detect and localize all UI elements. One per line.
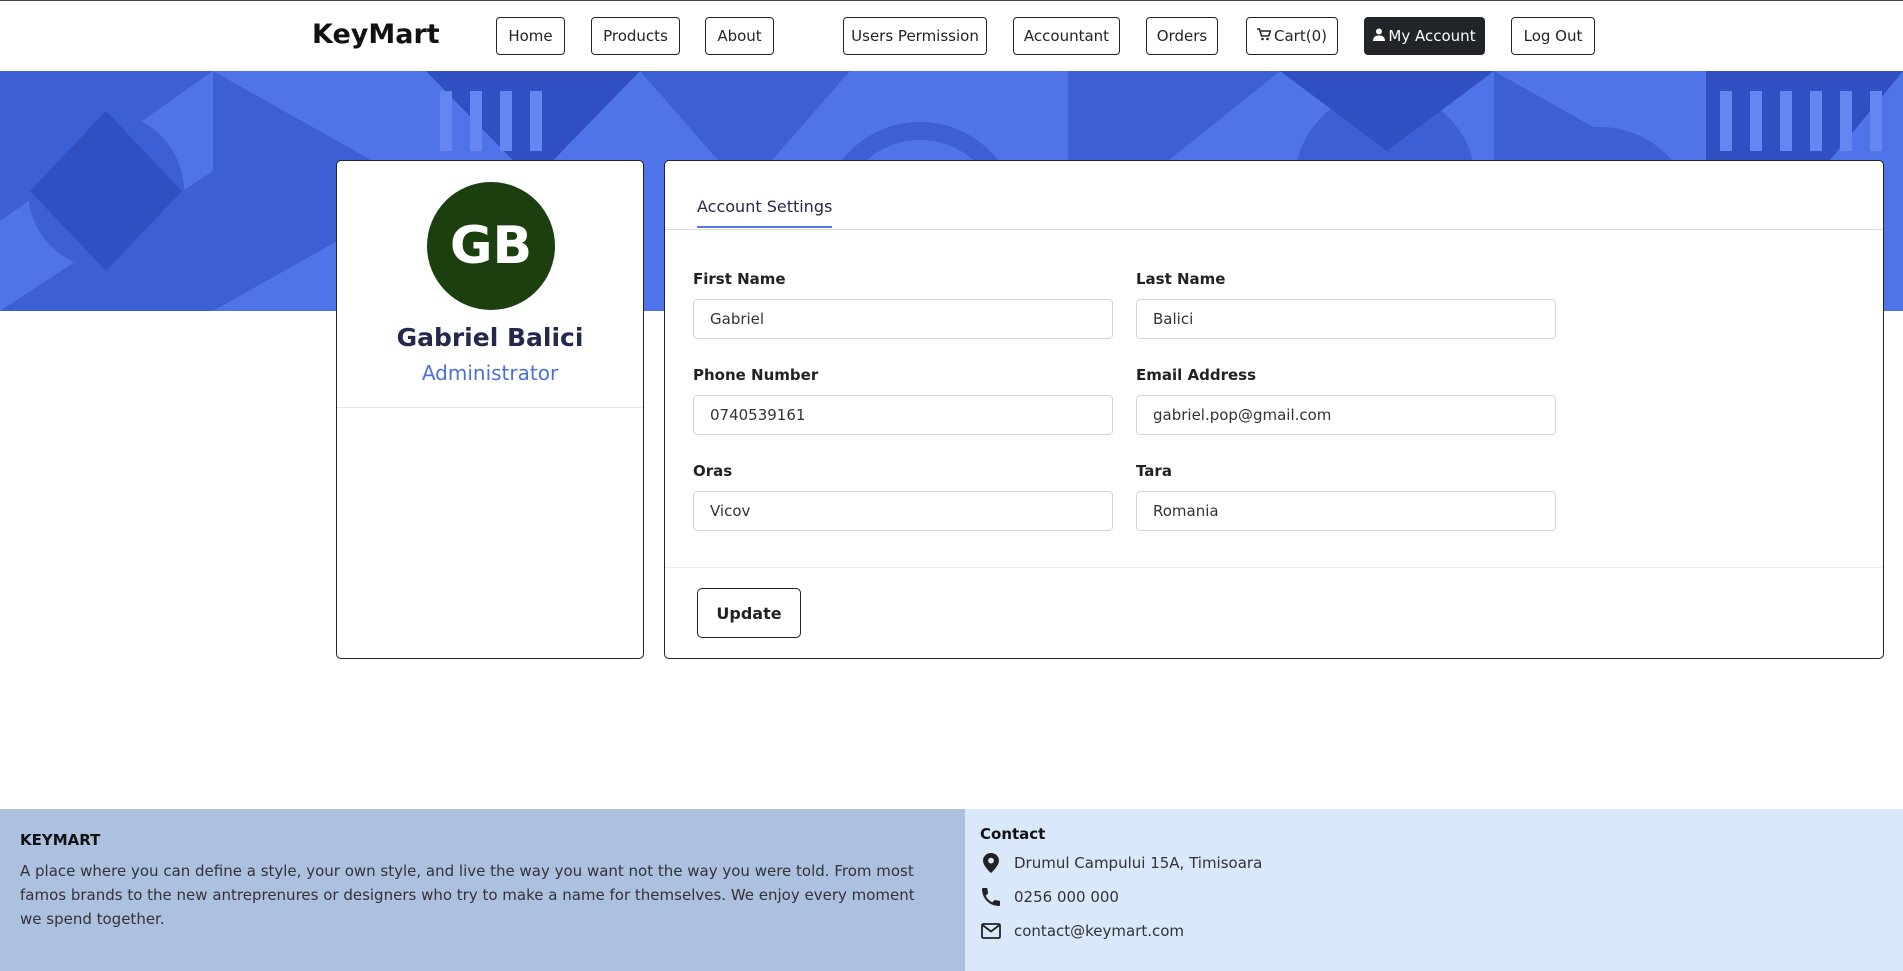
nav-accountant-button[interactable]: Accountant [1013, 17, 1120, 55]
nav-about-label: About [717, 27, 762, 45]
country-label: Tara [1136, 462, 1172, 480]
contact-email-text[interactable]: contact@keymart.com [1014, 922, 1184, 940]
first-name-label: First Name [693, 270, 786, 288]
profile-card: GB Gabriel Balici Administrator [336, 160, 644, 659]
location-pin-icon [980, 852, 1002, 874]
email-address-field[interactable] [1136, 395, 1556, 435]
nav-logout-button[interactable]: Log Out [1511, 17, 1595, 55]
profile-role: Administrator [421, 361, 559, 385]
tab-account-settings[interactable]: Account Settings [697, 197, 833, 228]
nav-products-label: Products [603, 27, 668, 45]
top-navbar: KeyMart Home Products About Users Permis… [0, 0, 1903, 71]
nav-home-label: Home [508, 27, 553, 45]
nav-my-account-label: My Account [1388, 27, 1476, 45]
nav-home-button[interactable]: Home [496, 17, 565, 55]
contact-phone: 0256 000 000 [980, 886, 1119, 908]
email-address-label: Email Address [1136, 366, 1257, 384]
footer-description: A place where you can define a style, yo… [20, 862, 915, 928]
profile-name: Gabriel Balici [396, 323, 584, 352]
user-icon [1373, 28, 1386, 45]
contact-title: Contact [980, 825, 1046, 843]
footer-title: KEYMART [20, 831, 101, 849]
nav-logout-label: Log Out [1523, 27, 1583, 45]
footer-contact: Contact Drumul Campului 15A, Timisoara 0… [965, 809, 1903, 971]
account-settings-card: Account Settings First Name Last Name Ph… [664, 160, 1884, 659]
country-field[interactable] [1136, 491, 1556, 531]
nav-users-permission-button[interactable]: Users Permission [843, 17, 987, 55]
nav-orders-label: Orders [1156, 27, 1208, 45]
first-name-field[interactable] [693, 299, 1113, 339]
phone-icon [980, 886, 1002, 908]
contact-address-text: Drumul Campului 15A, Timisoara [1014, 854, 1263, 872]
last-name-label: Last Name [1136, 270, 1226, 288]
nav-cart-button[interactable]: Cart(0) [1246, 17, 1338, 55]
nav-about-button[interactable]: About [705, 17, 774, 55]
footer-about: KEYMART A place where you can define a s… [0, 809, 965, 971]
nav-orders-button[interactable]: Orders [1146, 17, 1218, 55]
nav-users-permission-label: Users Permission [851, 27, 979, 45]
city-label: Oras [693, 462, 733, 480]
contact-email: contact@keymart.com [980, 920, 1184, 942]
city-field[interactable] [693, 491, 1113, 531]
mail-icon [980, 920, 1002, 942]
last-name-field[interactable] [1136, 299, 1556, 339]
avatar-initials: GB [449, 216, 533, 276]
update-button[interactable]: Update [697, 588, 801, 638]
nav-products-button[interactable]: Products [591, 17, 680, 55]
nav-cart-label: Cart(0) [1274, 27, 1327, 45]
contact-phone-text: 0256 000 000 [1014, 888, 1119, 906]
tab-divider [665, 229, 1883, 230]
nav-my-account-button[interactable]: My Account [1364, 17, 1485, 55]
avatar: GB [427, 182, 555, 310]
brand-logo[interactable]: KeyMart [312, 19, 440, 50]
phone-number-field[interactable] [693, 395, 1113, 435]
profile-divider [337, 407, 643, 408]
nav-accountant-label: Accountant [1023, 27, 1110, 45]
card-footer-divider [665, 567, 1883, 568]
contact-address: Drumul Campului 15A, Timisoara [980, 852, 1262, 874]
cart-icon [1257, 27, 1272, 45]
phone-number-label: Phone Number [693, 366, 819, 384]
